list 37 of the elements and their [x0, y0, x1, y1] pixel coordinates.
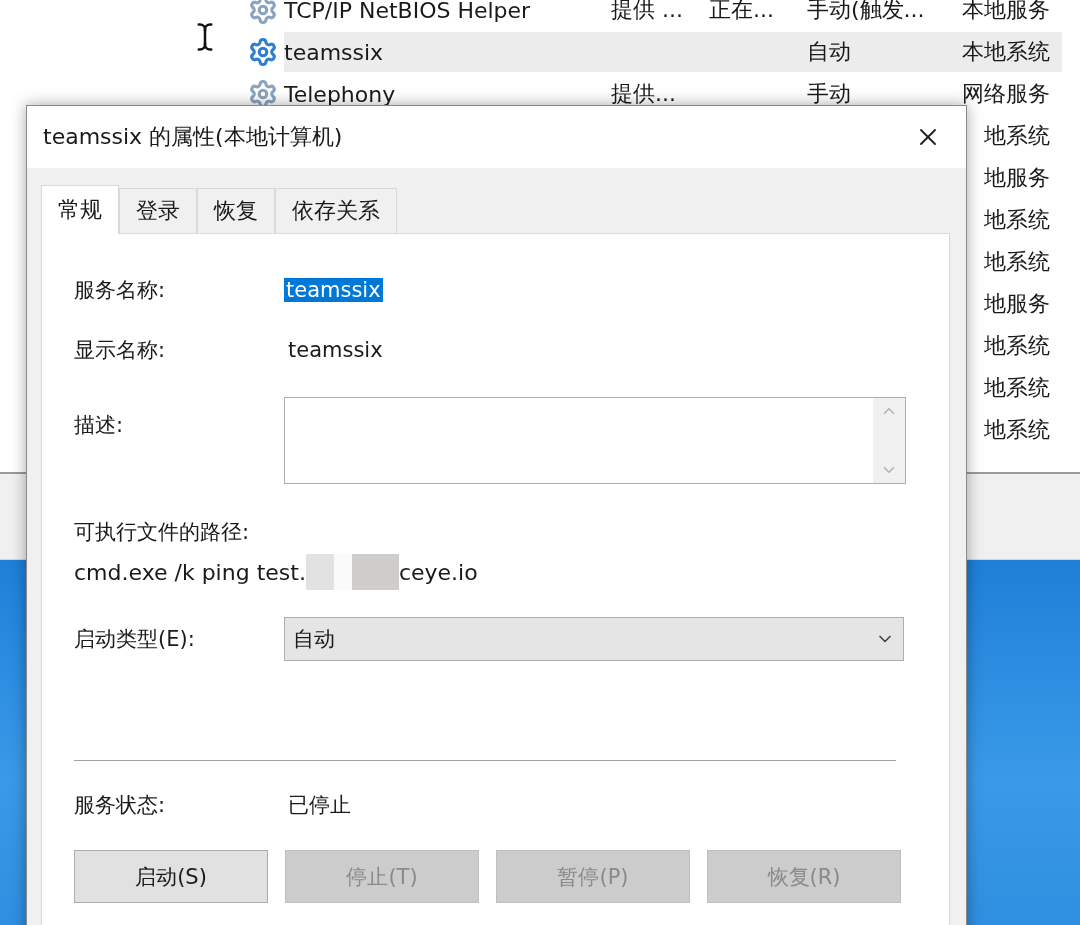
- log-on-as: 地系统: [984, 249, 1050, 274]
- field-label: 显示名称:: [74, 337, 167, 364]
- display-name-value: teamssix: [287, 338, 384, 362]
- service-status: 正在...: [709, 0, 774, 22]
- tab[interactable]: 依存关系: [275, 188, 397, 233]
- gear-icon: [248, 37, 278, 67]
- log-on-as: 网络服务: [962, 81, 1050, 106]
- log-on-as: 地系统: [984, 375, 1050, 400]
- service-name: TCP/IP NetBIOS Helper: [284, 0, 531, 23]
- startup-type: 手动: [807, 81, 851, 106]
- path-text: ceye.io: [398, 559, 478, 585]
- path-text: cmd.exe /k ping test.: [74, 559, 306, 585]
- startup-type-dropdown[interactable]: 自动: [284, 617, 904, 661]
- window-title: teamssix 的属性(本地计算机): [43, 123, 343, 151]
- service-name: Telephony: [284, 81, 396, 107]
- tab[interactable]: 常规: [41, 185, 119, 234]
- action-button[interactable]: 启动(S): [74, 850, 268, 903]
- service-description: 提供 ...: [611, 0, 683, 22]
- service-name: teamssix: [284, 39, 384, 65]
- field-label: 描述:: [74, 412, 125, 439]
- service-status-value: 已停止: [287, 792, 352, 819]
- log-on-as: 地服务: [984, 165, 1050, 190]
- log-on-as: 本地系统: [962, 39, 1050, 64]
- service-description: 提供...: [611, 81, 676, 106]
- log-on-as: 地系统: [984, 417, 1050, 442]
- service-row[interactable]: teamssix 自动 本地系统: [284, 32, 1062, 72]
- tab[interactable]: 登录: [119, 188, 197, 233]
- field-label: 服务状态:: [74, 792, 167, 819]
- startup-type: 自动: [807, 39, 851, 64]
- field-label: 可执行文件的路径:: [74, 519, 250, 546]
- field-label: 启动类型(E):: [74, 626, 196, 653]
- description-field[interactable]: [284, 397, 906, 484]
- service-name-value: teamssix: [284, 278, 383, 302]
- gear-icon: [248, 0, 278, 25]
- tab[interactable]: 恢复: [197, 188, 275, 233]
- scrollbar[interactable]: [873, 398, 905, 483]
- field-label: 服务名称:: [74, 277, 167, 304]
